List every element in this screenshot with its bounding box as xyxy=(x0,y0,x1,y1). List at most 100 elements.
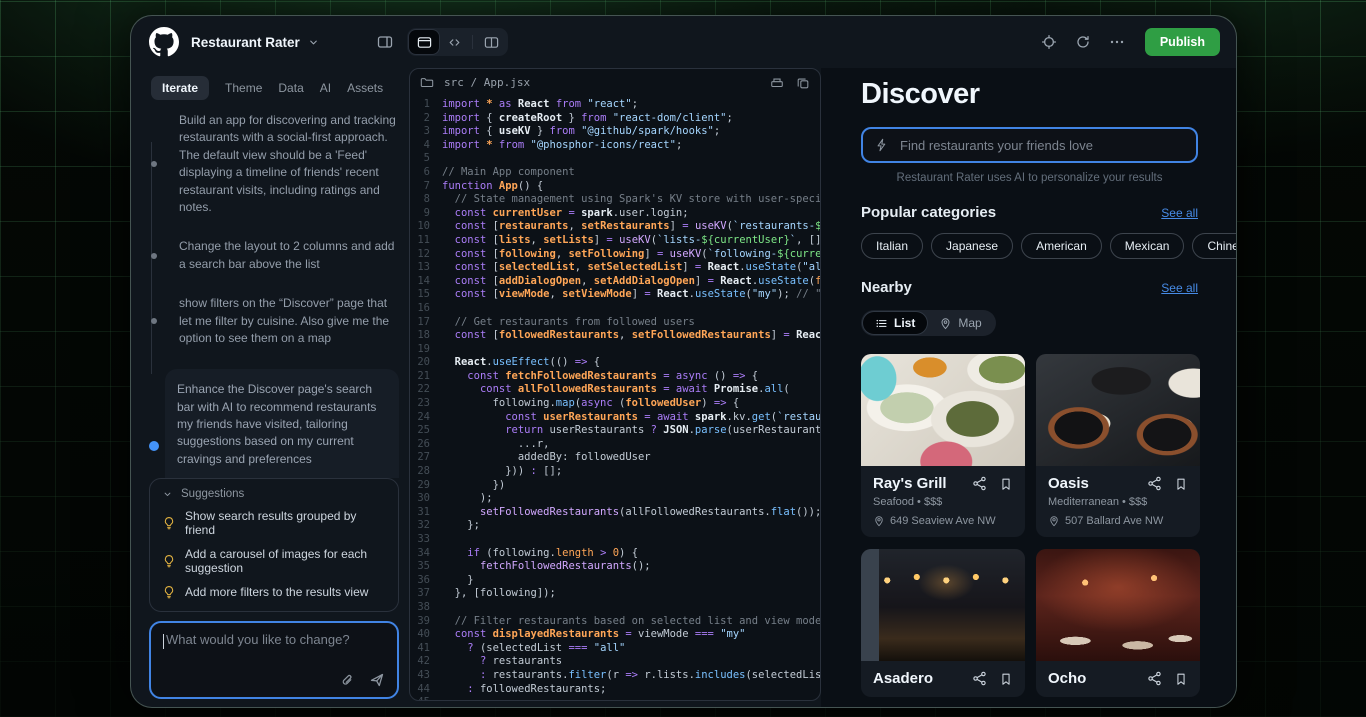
code-line: 1import * as React from "react"; xyxy=(410,98,820,112)
format-icon[interactable] xyxy=(770,76,784,90)
code-line: 24 const userRestaurants = await spark.k… xyxy=(410,411,820,425)
code-line: 45 xyxy=(410,696,820,700)
chat-prompt[interactable]: Change the layout to 2 columns and add a… xyxy=(179,238,399,273)
send-icon[interactable] xyxy=(369,672,385,688)
line-number: 34 xyxy=(410,547,442,561)
card-image xyxy=(861,354,1025,466)
restaurant-card[interactable]: Asadero xyxy=(861,549,1025,697)
chat-prompt[interactable]: Build an app for discovering and trackin… xyxy=(179,112,399,216)
line-number: 29 xyxy=(410,479,442,493)
code-line: 2import { createRoot } from "react-dom/c… xyxy=(410,112,820,126)
target-icon[interactable] xyxy=(1035,29,1063,55)
code-line: 12 const [following, setFollowing] = use… xyxy=(410,248,820,262)
card-name: Ray's Grill xyxy=(873,475,960,492)
github-logo-icon xyxy=(149,27,179,57)
share-icon[interactable] xyxy=(972,476,987,491)
code-view-button[interactable] xyxy=(439,30,469,54)
category-pill[interactable]: Italian xyxy=(861,233,923,259)
prompt-text: Build an app for discovering and trackin… xyxy=(179,112,399,216)
line-number: 17 xyxy=(410,316,442,330)
preview-view-button[interactable] xyxy=(409,30,439,54)
chat-history: Build an app for discovering and trackin… xyxy=(149,112,399,478)
line-number: 32 xyxy=(410,519,442,533)
line-number: 10 xyxy=(410,220,442,234)
bookmark-icon[interactable] xyxy=(999,672,1013,686)
copy-icon[interactable] xyxy=(796,76,810,90)
sidebar-toggle-button[interactable] xyxy=(371,29,399,55)
restaurant-card[interactable]: Ocho xyxy=(1036,549,1200,697)
more-options-icon[interactable] xyxy=(1103,29,1131,55)
app-title[interactable]: Restaurant Rater xyxy=(191,35,300,50)
suggestion-item[interactable]: Add a carousel of images for each sugges… xyxy=(162,542,386,580)
category-pill[interactable]: American xyxy=(1021,233,1102,259)
line-number: 43 xyxy=(410,669,442,683)
line-number: 35 xyxy=(410,560,442,574)
suggestion-item[interactable]: Add more filters to the results view xyxy=(162,580,386,604)
line-number: 16 xyxy=(410,302,442,316)
code-line: 9 const currentUser = spark.user.login; xyxy=(410,207,820,221)
suggestion-item[interactable]: Show search results grouped by friend xyxy=(162,504,386,542)
line-number: 41 xyxy=(410,642,442,656)
line-number: 3 xyxy=(410,125,442,139)
code-line: 31 setFollowedRestaurants(allFollowedRes… xyxy=(410,506,820,520)
bookmark-icon[interactable] xyxy=(1174,672,1188,686)
list-toggle-button[interactable]: List xyxy=(863,312,927,334)
lightbulb-icon xyxy=(162,585,176,599)
publish-button[interactable]: Publish xyxy=(1145,28,1220,56)
search-input[interactable] xyxy=(898,137,1184,154)
line-number: 40 xyxy=(410,628,442,642)
line-number: 21 xyxy=(410,370,442,384)
refresh-icon[interactable] xyxy=(1069,29,1097,55)
share-icon[interactable] xyxy=(1147,476,1162,491)
timeline-dot xyxy=(151,253,157,259)
bookmark-icon[interactable] xyxy=(999,477,1013,491)
line-number: 6 xyxy=(410,166,442,180)
code-line: 28 })) : []; xyxy=(410,465,820,479)
category-pill[interactable]: Mexican xyxy=(1110,233,1185,259)
folder-icon[interactable] xyxy=(420,76,434,90)
category-pill[interactable]: Japanese xyxy=(931,233,1013,259)
chevron-down-icon[interactable] xyxy=(308,37,319,48)
code-line: 13 const [selectedList, setSelectedList]… xyxy=(410,261,820,275)
line-number: 20 xyxy=(410,356,442,370)
code-line: 40 const displayedRestaurants = viewMode… xyxy=(410,628,820,642)
tab-theme[interactable]: Theme xyxy=(225,81,262,95)
tab-assets[interactable]: Assets xyxy=(347,81,383,95)
card-cuisine-price: Mediterranean • $$$ xyxy=(1048,496,1188,508)
code-line: 42 ? restaurants xyxy=(410,655,820,669)
popular-see-all-link[interactable]: See all xyxy=(1161,206,1198,220)
card-name: Oasis xyxy=(1048,475,1135,492)
code-line: 33 xyxy=(410,533,820,547)
line-number: 25 xyxy=(410,424,442,438)
code-line: 35 fetchFollowedRestaurants(); xyxy=(410,560,820,574)
tab-data[interactable]: Data xyxy=(278,81,303,95)
restaurant-card[interactable]: OasisMediterranean • $$$507 Ballard Ave … xyxy=(1036,354,1200,537)
suggestions-header[interactable]: Suggestions xyxy=(162,488,386,500)
text-caret xyxy=(163,634,164,649)
share-icon[interactable] xyxy=(1147,671,1162,686)
card-name: Ocho xyxy=(1048,670,1135,687)
share-icon[interactable] xyxy=(972,671,987,686)
prompt-input[interactable] xyxy=(163,632,385,674)
category-pill[interactable]: Chinese xyxy=(1192,233,1236,259)
prompt-text: Enhance the Discover page's search bar w… xyxy=(177,381,387,468)
tab-ai[interactable]: AI xyxy=(320,81,331,95)
code-line: 43 : restaurants.filter(r => r.lists.inc… xyxy=(410,669,820,683)
line-number: 22 xyxy=(410,383,442,397)
line-number: 4 xyxy=(410,139,442,153)
bookmark-icon[interactable] xyxy=(1174,477,1188,491)
restaurant-card[interactable]: Ray's GrillSeafood • $$$649 Seaview Ave … xyxy=(861,354,1025,537)
chat-prompt[interactable]: Enhance the Discover page's search bar w… xyxy=(179,369,399,478)
tab-iterate[interactable]: Iterate xyxy=(151,76,209,100)
attach-icon[interactable] xyxy=(340,673,355,688)
line-number: 13 xyxy=(410,261,442,275)
code-content[interactable]: 1import * as React from "react";2import … xyxy=(410,96,820,700)
map-toggle-button[interactable]: Map xyxy=(927,312,993,334)
card-cuisine-price: Seafood • $$$ xyxy=(873,496,1013,508)
code-line: 18 const [followedRestaurants, setFollow… xyxy=(410,329,820,343)
split-view-button[interactable] xyxy=(476,30,506,54)
chat-prompt[interactable]: show filters on the “Discover” page that… xyxy=(179,295,399,347)
nearby-see-all-link[interactable]: See all xyxy=(1161,281,1198,295)
card-image xyxy=(1036,549,1200,661)
file-breadcrumb[interactable]: src / App.jsx xyxy=(444,76,530,89)
